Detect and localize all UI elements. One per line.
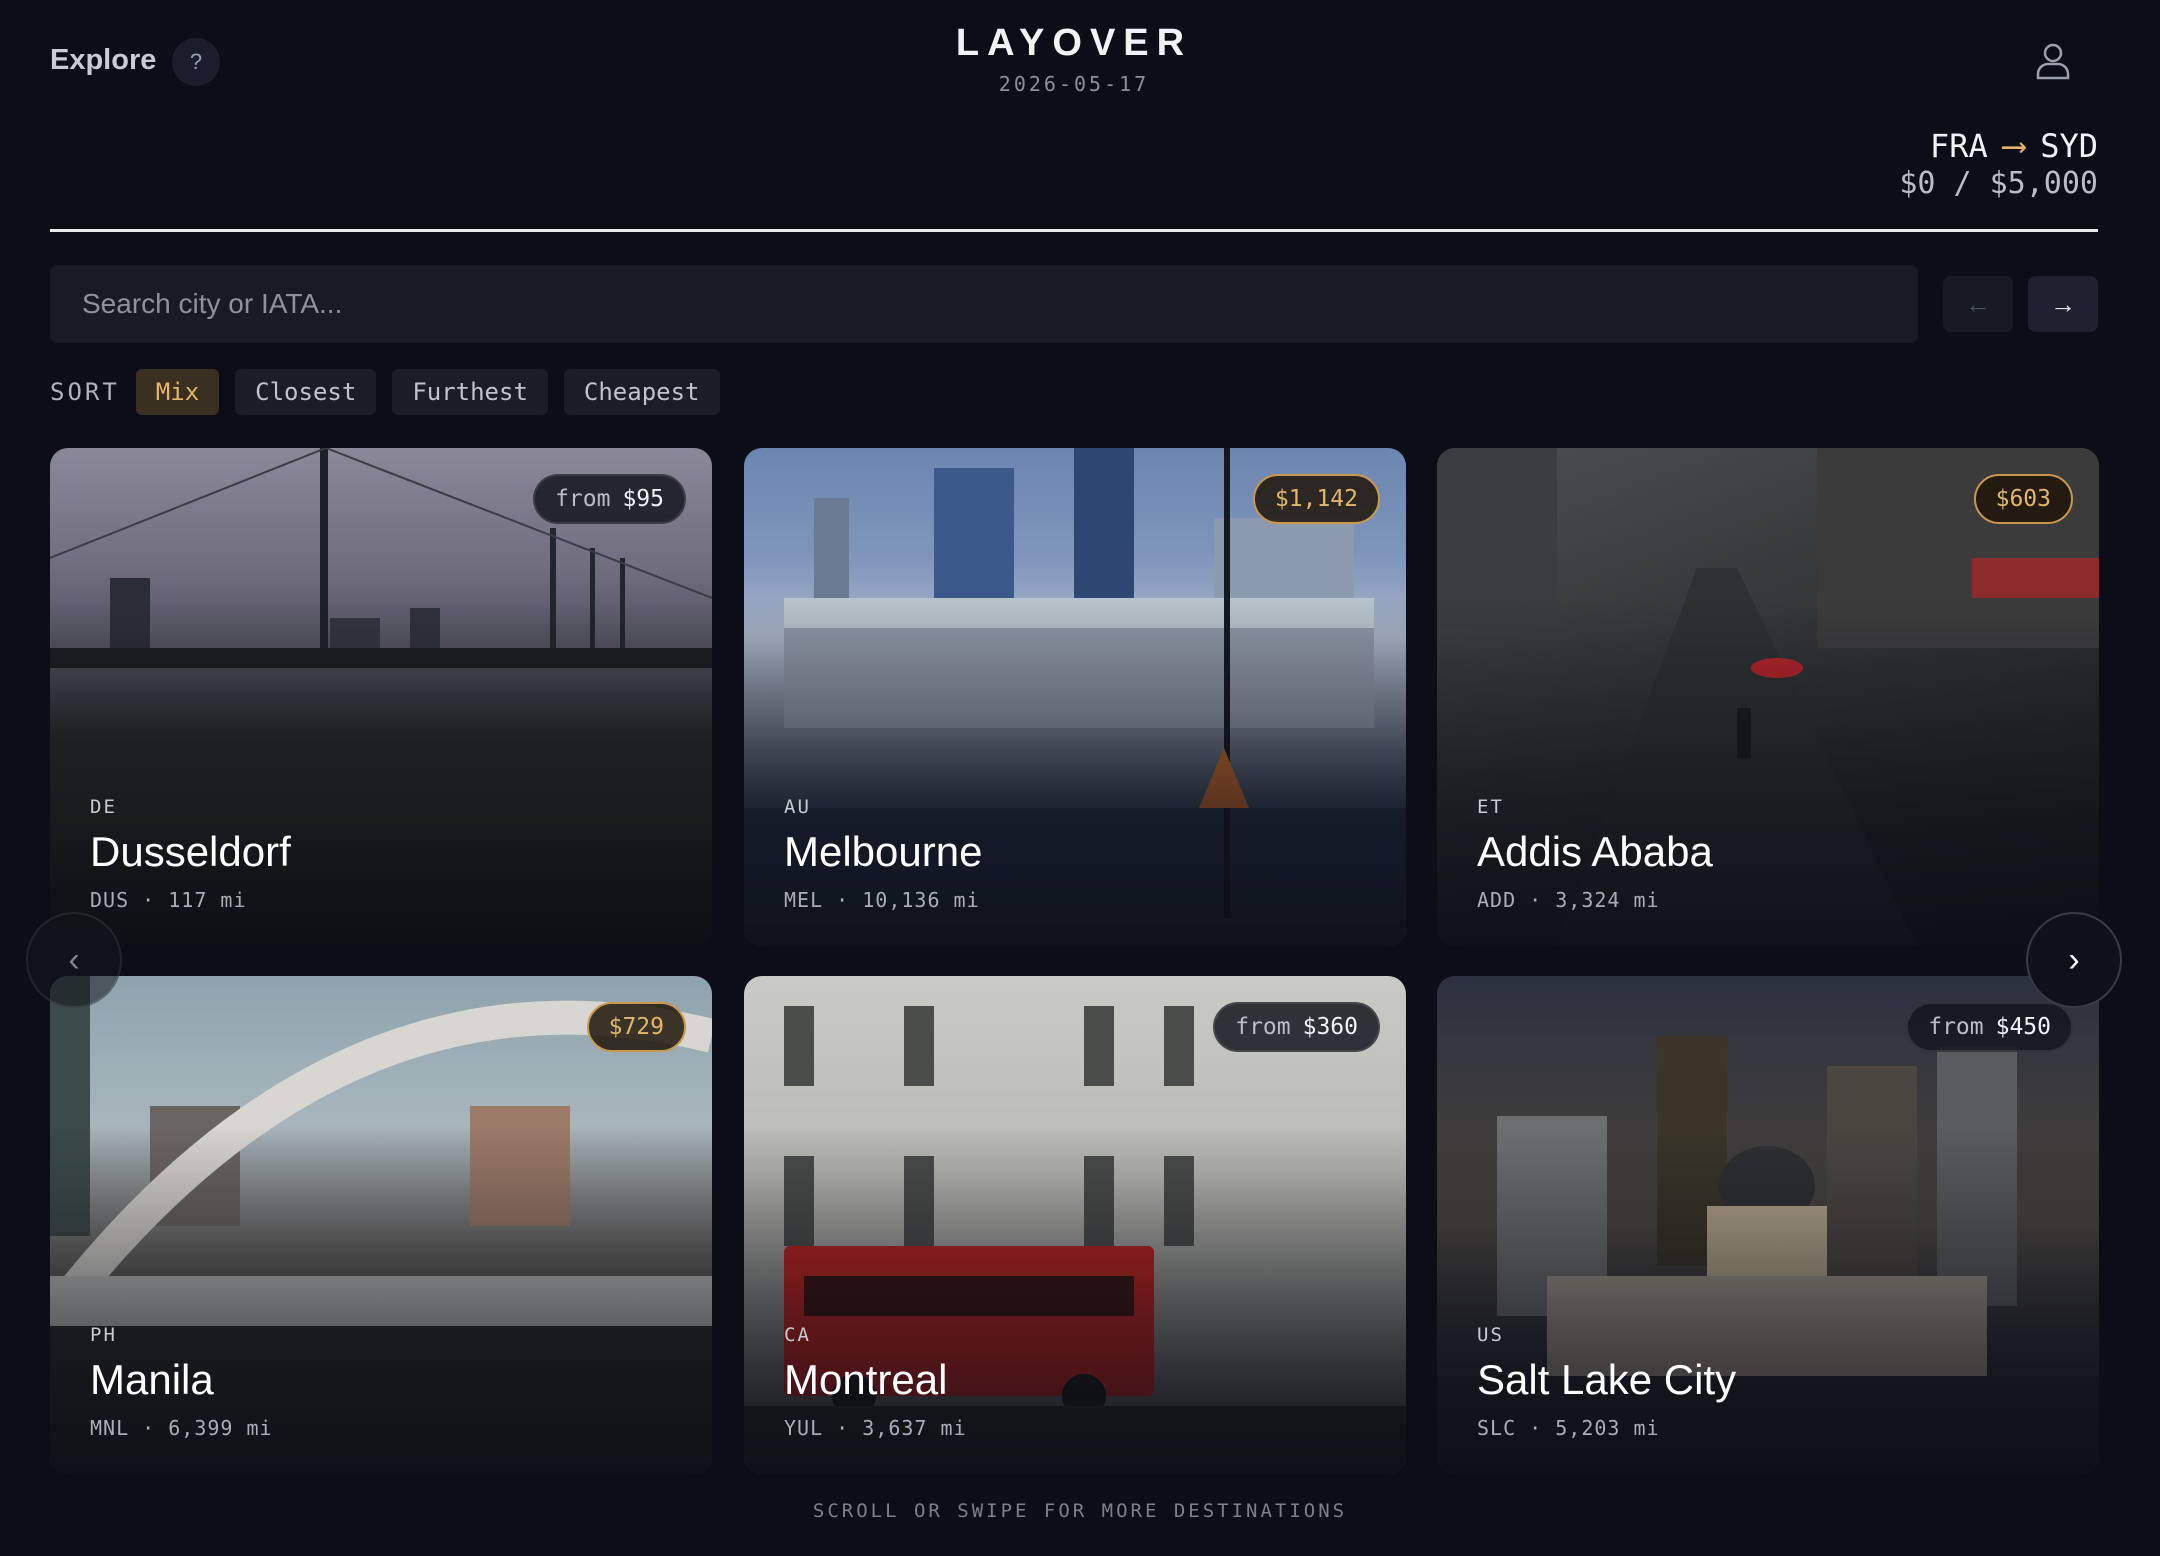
top-bar: Explore ? LAYOVER 2026-05-17 FRA ⟶ SYD $… [50, 0, 2098, 230]
iata-code: MNL [90, 1416, 130, 1440]
carousel-prev-button[interactable]: ‹ [26, 912, 122, 1008]
distance: 6,399 mi [168, 1416, 273, 1440]
card-meta: MNL · 6,399 mi [90, 1416, 273, 1440]
trip-date: 2026-05-17 [998, 72, 1150, 96]
country-code: DE [90, 796, 117, 818]
meta-separator: · [142, 888, 156, 912]
price-badge: from $95 [533, 474, 686, 524]
destination-card[interactable]: from $450 US Salt Lake City SLC · 5,203 … [1437, 976, 2099, 1474]
meta-separator: · [1529, 1416, 1543, 1440]
destination-card[interactable]: $729 PH Manila MNL · 6,399 mi [50, 976, 712, 1474]
price-badge: from $450 [1906, 1002, 2073, 1052]
destination-card[interactable]: from $95 DE Dusseldorf DUS · 117 mi [50, 448, 712, 946]
destination-card[interactable]: $1,142 AU Melbourne MEL · 10,136 mi [744, 448, 1406, 946]
price-badge: from $360 [1213, 1002, 1380, 1052]
route-destination: SYD [2040, 127, 2098, 165]
country-code: ET [1477, 796, 1504, 818]
arrow-right-icon: ⟶ [2003, 126, 2025, 166]
chevron-left-icon: ‹ [68, 940, 80, 979]
distance: 117 mi [168, 888, 247, 912]
city-name: Dusseldorf [90, 828, 291, 875]
carousel-next-button[interactable]: › [2026, 912, 2122, 1008]
country-code: AU [784, 796, 811, 818]
distance: 5,203 mi [1555, 1416, 1660, 1440]
sort-option-cheapest[interactable]: Cheapest [563, 369, 720, 415]
distance: 3,324 mi [1555, 888, 1660, 912]
meta-separator: · [1529, 888, 1543, 912]
header-divider [50, 229, 2098, 232]
page-prev-button[interactable]: ← [1943, 276, 2013, 332]
price-badge: $729 [586, 1002, 686, 1052]
country-code: US [1477, 1324, 1504, 1346]
iata-code: MEL [784, 888, 824, 912]
distance: 10,136 mi [862, 888, 980, 912]
card-meta: MEL · 10,136 mi [784, 888, 980, 912]
sort-bar: SORT Mix Closest Furthest Cheapest [50, 369, 720, 415]
iata-code: YUL [784, 1416, 824, 1440]
price-badge: $1,142 [1252, 474, 1380, 524]
route-origin: FRA [1929, 127, 1988, 165]
destination-card[interactable]: from $360 CA Montreal YUL · 3,637 mi [744, 976, 1406, 1474]
iata-code: DUS [90, 888, 130, 912]
card-meta: ADD · 3,324 mi [1477, 888, 1660, 912]
meta-separator: · [836, 1416, 850, 1440]
search-input[interactable]: Search city or IATA... [50, 265, 1918, 343]
sort-label: SORT [50, 378, 120, 406]
sort-option-closest[interactable]: Closest [235, 369, 377, 415]
budget-readout: $0 / $5,000 [1899, 166, 2098, 201]
app-title: LAYOVER [955, 22, 1193, 64]
iata-code: SLC [1477, 1416, 1517, 1440]
price-badge: $603 [1973, 474, 2073, 524]
card-meta: DUS · 117 mi [90, 888, 247, 912]
city-name: Manila [90, 1356, 214, 1403]
scroll-hint: SCROLL OR SWIPE FOR MORE DESTINATIONS [812, 1500, 1348, 1522]
country-code: PH [90, 1324, 117, 1346]
destination-card[interactable]: $603 ET Addis Ababa ADD · 3,324 mi [1437, 448, 2099, 946]
arrow-left-icon: ← [1965, 288, 1991, 319]
city-name: Addis Ababa [1477, 828, 1713, 875]
city-name: Salt Lake City [1477, 1356, 1737, 1403]
meta-separator: · [142, 1416, 156, 1440]
sort-option-furthest[interactable]: Furthest [392, 369, 548, 415]
sort-option-mix[interactable]: Mix [135, 369, 220, 415]
chevron-right-icon: › [2068, 940, 2080, 979]
country-code: CA [784, 1324, 811, 1346]
arrow-right-icon: → [2050, 288, 2076, 319]
meta-separator: · [836, 888, 850, 912]
route-summary: FRA ⟶ SYD [1930, 126, 2098, 166]
distance: 3,637 mi [862, 1416, 967, 1440]
user-icon[interactable] [2032, 40, 2074, 82]
iata-code: ADD [1477, 888, 1517, 912]
city-name: Melbourne [784, 828, 983, 875]
page-next-button[interactable]: → [2028, 276, 2098, 332]
card-meta: SLC · 5,203 mi [1477, 1416, 1660, 1440]
card-meta: YUL · 3,637 mi [784, 1416, 967, 1440]
city-name: Montreal [784, 1356, 948, 1403]
